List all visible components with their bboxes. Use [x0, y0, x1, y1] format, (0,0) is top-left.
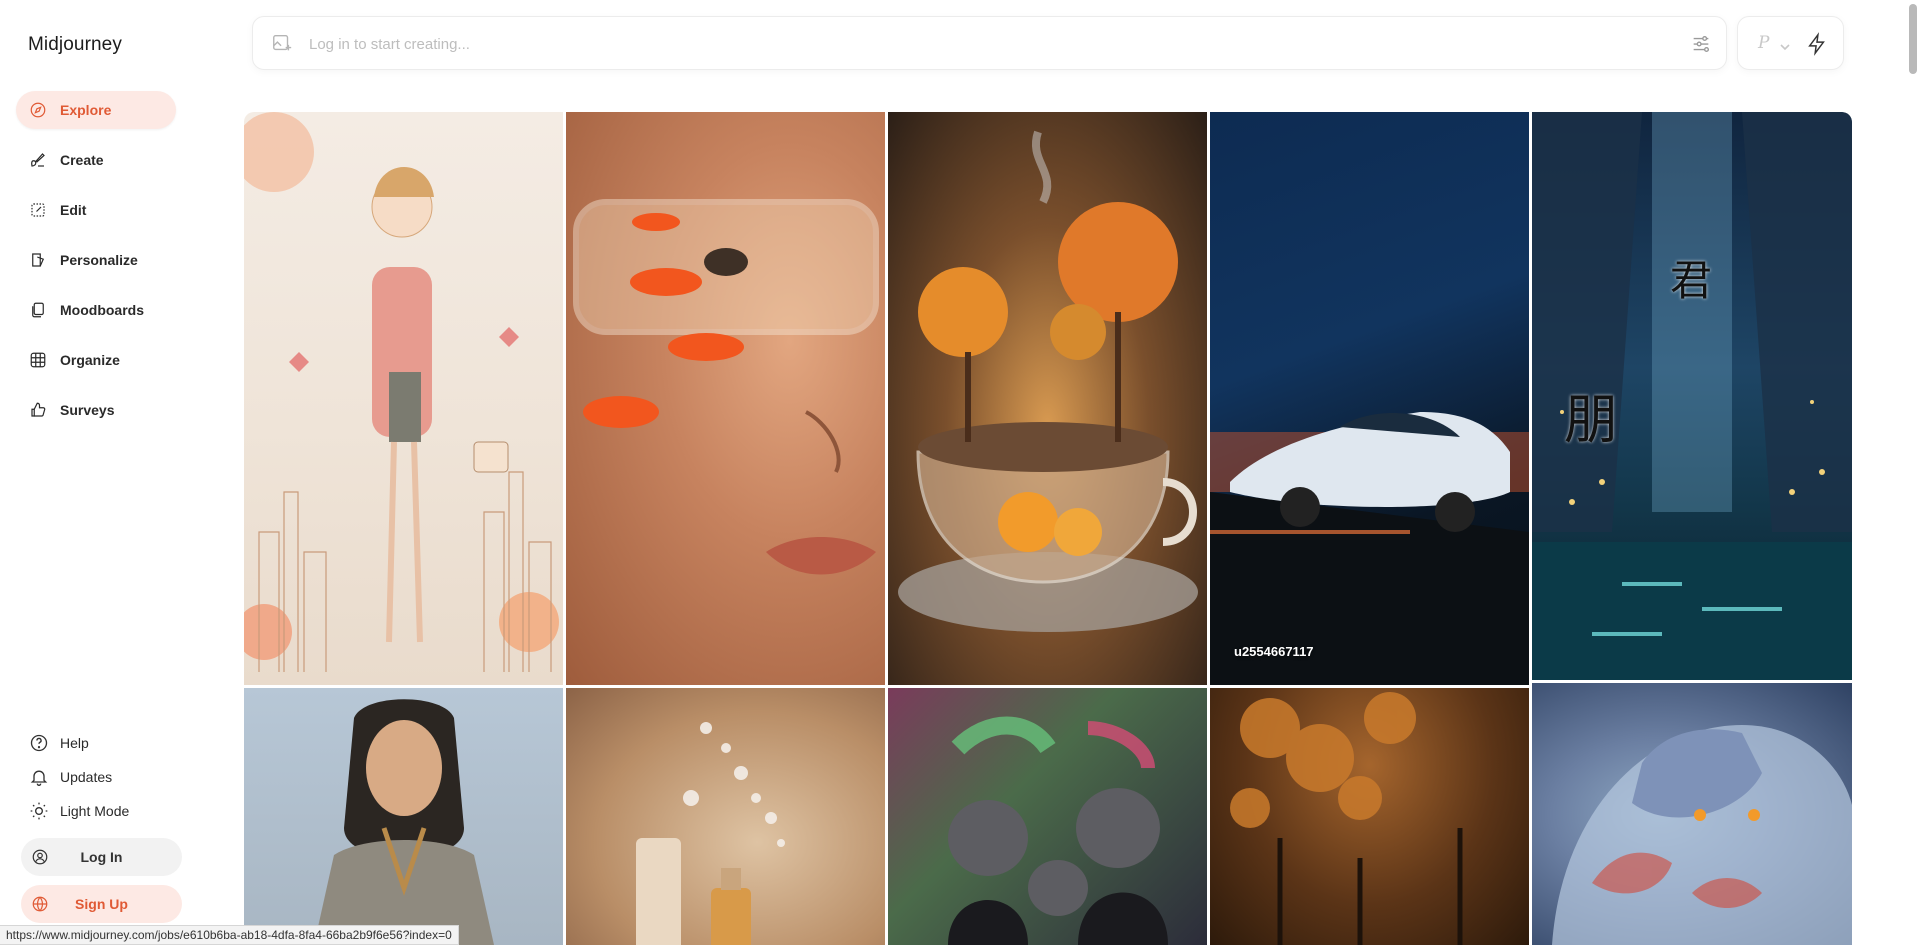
status-url: https://www.midjourney.com/jobs/e610b6ba… [0, 925, 459, 945]
fashion-model-portrait-image [314, 699, 494, 945]
settings-sliders-icon[interactable] [1690, 33, 1712, 55]
explore-gallery: u2554667117 君 朋 [244, 112, 1852, 945]
bell-icon [28, 766, 50, 788]
moodboards-icon [28, 300, 48, 320]
brush-icon [28, 150, 48, 170]
gallery-tile[interactable] [1532, 683, 1852, 945]
help-link[interactable]: Help [28, 731, 129, 755]
nav-item-create[interactable]: Create [16, 141, 176, 179]
help-circle-icon [28, 732, 50, 754]
add-image-icon[interactable] [271, 32, 293, 54]
globe-icon [30, 894, 50, 914]
nav-item-label: Explore [60, 102, 112, 118]
nav-item-label: Moodboards [60, 302, 144, 318]
nav-item-label: Edit [60, 202, 87, 218]
main-nav: Explore Create Edit Personalize Moodboar… [16, 91, 176, 441]
graffiti-cats-image [948, 716, 1168, 945]
tile-caption: u2554667117 [1234, 644, 1314, 659]
nav-item-personalize[interactable]: Personalize [16, 241, 176, 279]
autumn-leaves-image [1230, 692, 1463, 945]
prompt-bar [252, 16, 1727, 70]
mode-letter: P [1758, 33, 1770, 53]
nav-item-moodboards[interactable]: Moodboards [16, 291, 176, 329]
nav-item-label: Surveys [60, 402, 115, 418]
light-mode-label: Light Mode [60, 803, 130, 819]
bolt-icon[interactable] [1806, 32, 1828, 56]
grid-icon [28, 350, 48, 370]
compass-icon [28, 100, 48, 120]
gallery-tile[interactable] [566, 112, 885, 685]
help-label: Help [60, 735, 89, 751]
kanji-overlay: 朋 [1564, 388, 1618, 451]
nav-item-label: Organize [60, 352, 120, 368]
gallery-tile[interactable] [1210, 688, 1529, 945]
user-circle-icon [30, 847, 50, 867]
chevron-down-icon [1780, 39, 1790, 51]
light-mode-toggle[interactable]: Light Mode [28, 799, 129, 823]
edit-icon [28, 200, 48, 220]
nav-item-label: Personalize [60, 252, 138, 268]
scrollbar-thumb[interactable] [1909, 4, 1917, 74]
gallery-tile[interactable] [244, 688, 563, 945]
gallery-tile[interactable]: u2554667117 [1210, 112, 1529, 685]
gallery-tile[interactable] [888, 688, 1207, 945]
thumbs-up-icon [28, 400, 48, 420]
page-scrollbar[interactable] [1904, 0, 1920, 945]
goldfish-glasses-portrait-image [573, 199, 879, 575]
sports-car-motion-image [1210, 412, 1529, 685]
login-button[interactable]: Log In [21, 838, 182, 876]
mode-selector[interactable]: P [1737, 16, 1844, 70]
nav-item-edit[interactable]: Edit [16, 191, 176, 229]
gallery-tile[interactable] [888, 112, 1207, 685]
gallery-tile[interactable] [244, 112, 563, 685]
personalize-icon [28, 250, 48, 270]
cosmetic-bottle-splash-image [636, 722, 785, 945]
kanji-overlay: 君 [1670, 256, 1713, 305]
gallery-tile[interactable]: 君 朋 [1532, 112, 1852, 680]
prompt-input[interactable] [307, 29, 1607, 59]
updates-label: Updates [60, 769, 113, 785]
nav-item-label: Create [60, 152, 104, 168]
crystal-panther-image [1552, 725, 1852, 945]
nav-item-surveys[interactable]: Surveys [16, 391, 176, 429]
teacup-bonsai-image [898, 130, 1198, 632]
sun-icon [28, 800, 50, 822]
nav-item-organize[interactable]: Organize [16, 341, 176, 379]
fashion-illustration-image [244, 112, 559, 672]
nav-item-explore[interactable]: Explore [16, 91, 176, 129]
sidebar: Midjourney Explore Create Edit Personali… [0, 0, 230, 945]
brand-logo[interactable]: Midjourney [28, 34, 122, 56]
signup-button[interactable]: Sign Up [21, 885, 182, 923]
bottom-nav: Help Updates Light Mode [28, 731, 129, 833]
updates-link[interactable]: Updates [28, 765, 129, 789]
gallery-tile[interactable] [566, 688, 885, 945]
